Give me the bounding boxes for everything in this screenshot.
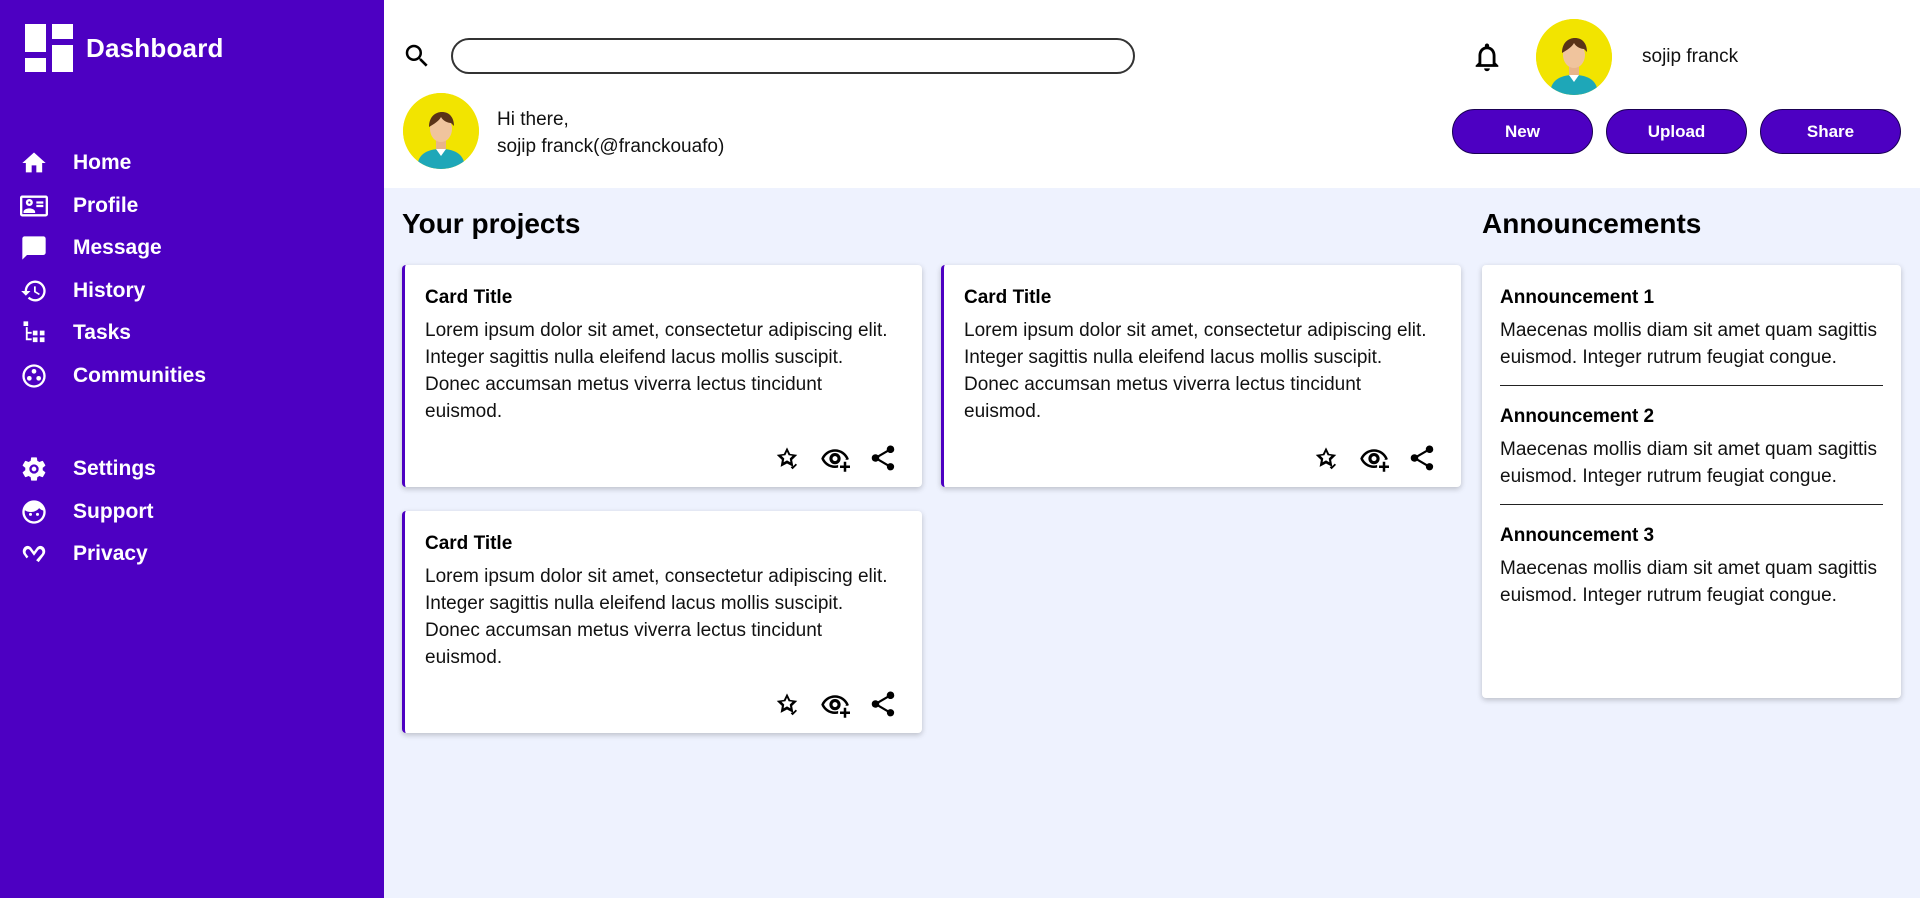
announcement-text: Maecenas mollis diam sit amet quam sagit…: [1500, 439, 1877, 487]
star-check-icon[interactable]: [1311, 443, 1341, 473]
header: sojip franck Hi there, sojip franck(@fra…: [384, 0, 1920, 188]
avatar[interactable]: [1536, 19, 1612, 95]
card-text: Lorem ipsum dolor sit amet, consectetur …: [425, 320, 888, 422]
upload-button[interactable]: Upload: [1606, 109, 1747, 154]
announcement-item[interactable]: Announcement 1 Maecenas mollis diam sit …: [1500, 287, 1883, 386]
sidebar-item-label: Settings: [73, 457, 156, 481]
sidebar-item-settings[interactable]: Settings: [19, 448, 384, 491]
sidebar-item-label: Message: [73, 236, 162, 260]
card-title: Card Title: [425, 287, 513, 308]
card-text: Lorem ipsum dolor sit amet, consectetur …: [425, 566, 888, 668]
secondary-nav: Settings Support Privacy: [0, 448, 384, 576]
eye-plus-icon[interactable]: [820, 443, 850, 473]
sidebar-item-label: Communities: [73, 363, 207, 387]
message-icon: [19, 233, 49, 263]
main-area: sojip franck Hi there, sojip franck(@fra…: [384, 0, 1920, 898]
greeting-line: Hi there,: [497, 109, 569, 130]
greeting-user-handle: sojip franck(@franckouafo): [497, 136, 725, 157]
home-icon: [19, 148, 49, 178]
sidebar-item-label: History: [73, 278, 146, 302]
star-check-icon[interactable]: [772, 689, 802, 719]
project-card[interactable]: Card Title Lorem ipsum dolor sit amet, c…: [402, 265, 922, 487]
support-icon: [19, 497, 49, 527]
search-input[interactable]: [451, 38, 1135, 74]
app-root: Dashboard Home Profile Message History T…: [0, 0, 1920, 898]
announcement-text: Maecenas mollis diam sit amet quam sagit…: [1500, 320, 1877, 368]
sidebar: Dashboard Home Profile Message History T…: [0, 0, 384, 898]
sidebar-item-communities[interactable]: Communities: [19, 355, 384, 398]
announcement-text: Maecenas mollis diam sit amet quam sagit…: [1500, 558, 1877, 606]
brand-title: Dashboard: [86, 32, 224, 63]
greeting: Hi there, sojip franck(@franckouafo): [497, 106, 724, 160]
profile-card-icon: [19, 191, 49, 221]
announcement-title: Announcement 1: [1500, 287, 1655, 308]
greeting-avatar: [403, 93, 479, 169]
project-card[interactable]: Card Title Lorem ipsum dolor sit amet, c…: [402, 511, 922, 733]
privacy-icon: [19, 539, 49, 569]
sidebar-item-label: Privacy: [73, 542, 148, 566]
header-actions: New Upload Share: [1452, 109, 1901, 154]
eye-plus-icon[interactable]: [820, 689, 850, 719]
sidebar-item-privacy[interactable]: Privacy: [19, 533, 384, 576]
content: Your projects Announcements Card Title L…: [384, 188, 1920, 898]
card-title: Card Title: [964, 287, 1052, 308]
share-button[interactable]: Share: [1760, 109, 1901, 154]
sidebar-item-label: Home: [73, 151, 132, 175]
card-text: Lorem ipsum dolor sit amet, consectetur …: [964, 320, 1427, 422]
communities-icon: [19, 361, 49, 391]
share-icon[interactable]: [868, 443, 898, 473]
card-title: Card Title: [425, 533, 513, 554]
star-check-icon[interactable]: [772, 443, 802, 473]
dashboard-grid-icon: [25, 24, 73, 72]
new-button[interactable]: New: [1452, 109, 1593, 154]
projects-title: Your projects: [402, 208, 581, 239]
sidebar-item-profile[interactable]: Profile: [19, 185, 384, 228]
eye-plus-icon[interactable]: [1359, 443, 1389, 473]
announcements-panel: Announcement 1 Maecenas mollis diam sit …: [1482, 265, 1901, 698]
bell-icon[interactable]: [1470, 40, 1504, 74]
share-icon[interactable]: [1407, 443, 1437, 473]
search-icon[interactable]: [402, 41, 432, 71]
sidebar-item-message[interactable]: Message: [19, 227, 384, 270]
sidebar-item-label: Support: [73, 499, 154, 523]
sidebar-item-history[interactable]: History: [19, 270, 384, 313]
card-actions: [772, 689, 898, 719]
announcement-item[interactable]: Announcement 3 Maecenas mollis diam sit …: [1500, 525, 1883, 623]
sidebar-item-home[interactable]: Home: [19, 142, 384, 185]
primary-nav: Home Profile Message History Tasks Commu…: [0, 142, 384, 397]
card-actions: [1311, 443, 1437, 473]
sidebar-item-label: Tasks: [73, 321, 131, 345]
search-bar: [402, 38, 1135, 74]
header-username[interactable]: sojip franck: [1642, 46, 1738, 68]
sidebar-item-support[interactable]: Support: [19, 491, 384, 534]
brand[interactable]: Dashboard: [0, 0, 384, 96]
sidebar-item-label: Profile: [73, 193, 139, 217]
announcement-title: Announcement 2: [1500, 406, 1655, 427]
history-icon: [19, 276, 49, 306]
sidebar-item-tasks[interactable]: Tasks: [19, 312, 384, 355]
card-actions: [772, 443, 898, 473]
gear-icon: [19, 454, 49, 484]
share-icon[interactable]: [868, 689, 898, 719]
project-card[interactable]: Card Title Lorem ipsum dolor sit amet, c…: [941, 265, 1461, 487]
announcements-title: Announcements: [1482, 208, 1702, 239]
announcement-title: Announcement 3: [1500, 525, 1655, 546]
announcement-item[interactable]: Announcement 2 Maecenas mollis diam sit …: [1500, 406, 1883, 505]
tasks-icon: [19, 318, 49, 348]
